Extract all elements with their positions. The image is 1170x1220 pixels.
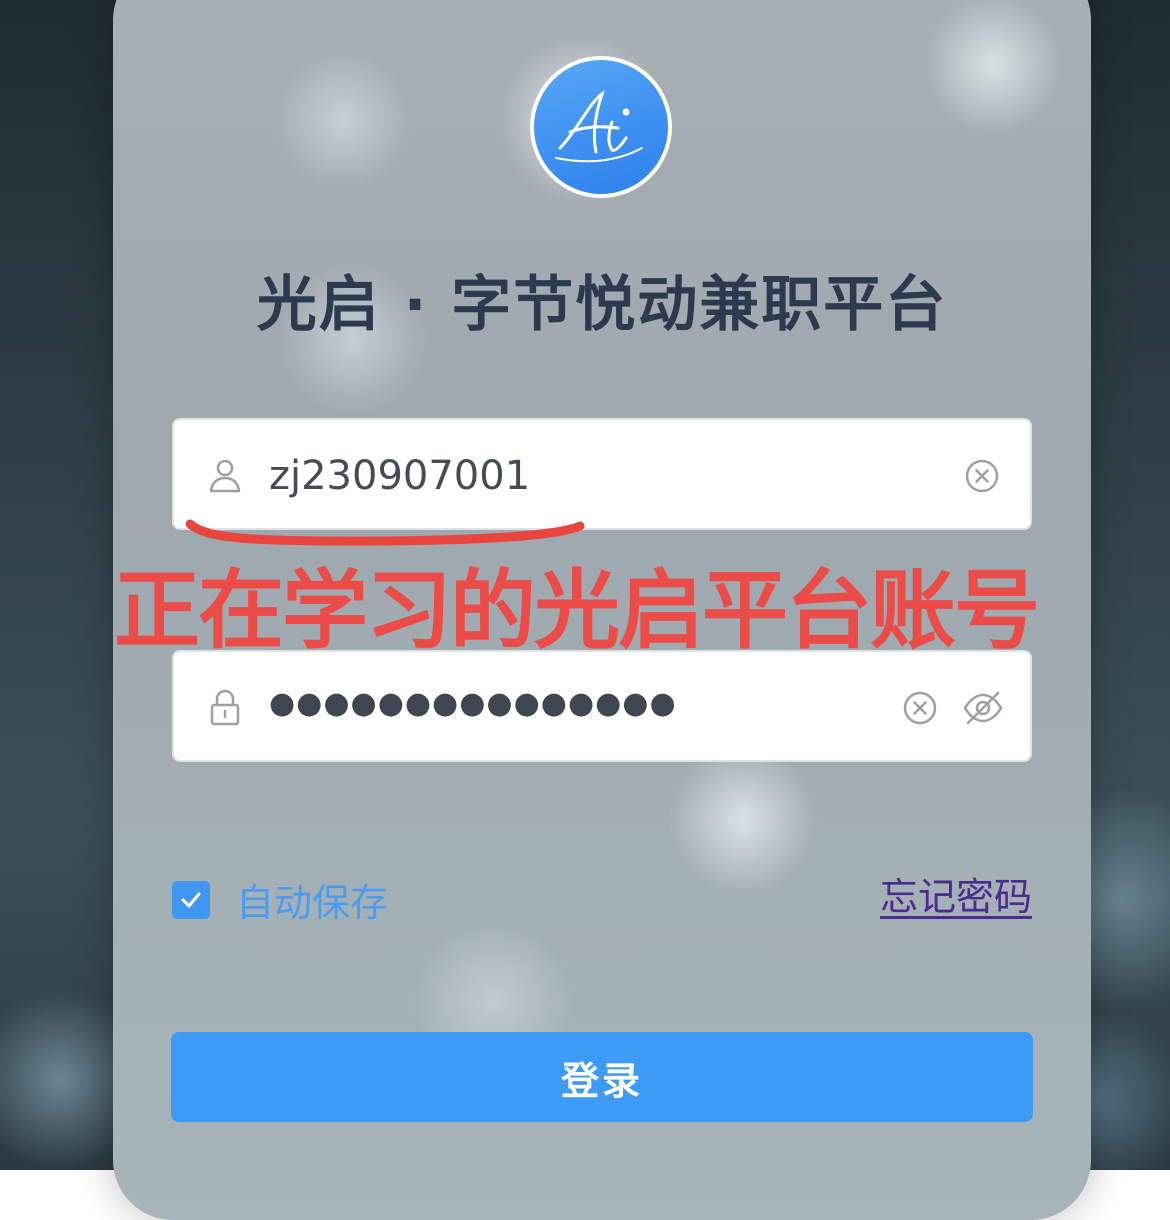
app-logo: [530, 56, 672, 198]
logo-script-icon: [555, 90, 643, 163]
auto-save-label[interactable]: 自动保存: [236, 872, 388, 927]
clear-icon[interactable]: [964, 458, 1000, 494]
app-logo-badge: [534, 60, 668, 194]
lock-icon: [210, 689, 240, 726]
user-icon: [209, 459, 241, 493]
annotation-underline: [186, 519, 585, 546]
password-input[interactable]: ●●●●●●●●●●●●●●●: [269, 678, 677, 730]
login-button[interactable]: 登录: [171, 1032, 1033, 1122]
username-input[interactable]: zj230907001: [269, 450, 530, 502]
auto-save-checkbox[interactable]: [172, 880, 210, 919]
page-title: 光启 · 字节悦动兼职平台: [256, 270, 948, 340]
forgot-password-link[interactable]: 忘记密码: [880, 866, 1032, 921]
eye-off-icon[interactable]: [962, 690, 1004, 726]
auto-save-toggle[interactable]: 自动保存: [172, 872, 388, 927]
clear-icon[interactable]: [902, 690, 938, 726]
password-field[interactable]: ●●●●●●●●●●●●●●●: [172, 650, 1032, 762]
annotation-text: 正在学习的光启平台账号: [114, 561, 1040, 661]
username-field[interactable]: zj230907001: [172, 418, 1032, 530]
check-icon: [181, 892, 201, 907]
